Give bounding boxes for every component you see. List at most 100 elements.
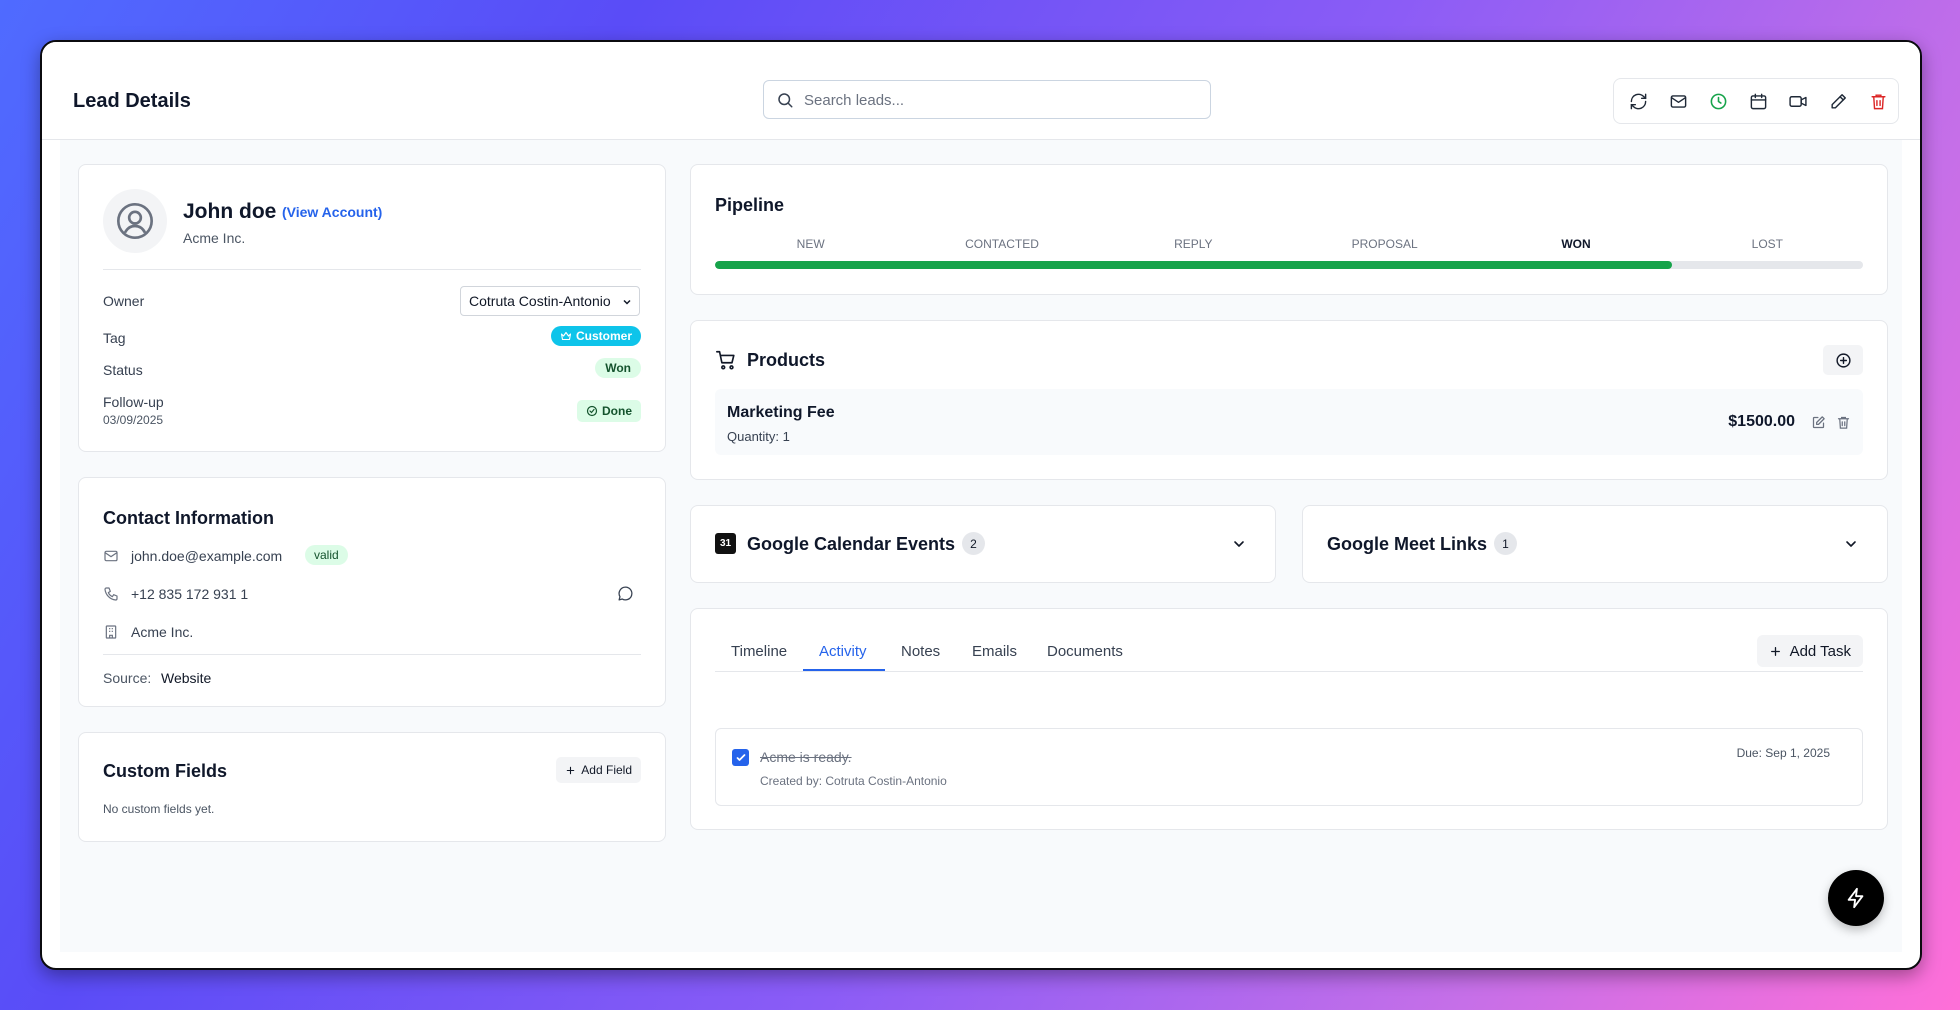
pipeline-track	[715, 261, 1863, 269]
tag-badge-label: Customer	[575, 329, 632, 343]
tag-label: Tag	[103, 330, 126, 346]
pipeline-stages: NEW CONTACTED REPLY PROPOSAL WON LOST	[715, 237, 1863, 253]
phone-icon	[104, 587, 118, 601]
pipeline-stage-proposal[interactable]: PROPOSAL	[1289, 237, 1480, 251]
owner-select[interactable]: Cotruta Costin-Antonio	[460, 286, 640, 316]
status-badge: Won	[595, 358, 641, 378]
search-input[interactable]	[804, 89, 1194, 111]
mail-icon	[1670, 94, 1687, 108]
email-text[interactable]: john.doe@example.com	[131, 548, 282, 564]
followup-date: 03/09/2025	[103, 413, 164, 427]
activity-card: Timeline Activity Notes Emails Documents…	[690, 608, 1888, 830]
meet-links-count: 1	[1494, 532, 1517, 555]
page-title: Lead Details	[73, 90, 191, 112]
tag-badge: Customer	[550, 326, 641, 346]
follow-up-button[interactable]	[1699, 81, 1739, 121]
chevron-down-icon[interactable]	[1231, 536, 1247, 552]
task-checkbox[interactable]	[732, 749, 749, 766]
custom-fields-card: Custom Fields Add Field No custom fields…	[78, 732, 666, 842]
pipeline-stage-won[interactable]: WON	[1480, 237, 1671, 251]
products-title: Products	[747, 350, 826, 370]
meet-links-title: Google Meet Links	[1327, 534, 1488, 554]
pipeline-stage-reply[interactable]: REPLY	[1098, 237, 1289, 251]
check-icon	[736, 753, 745, 761]
user-icon	[117, 203, 153, 239]
source-label: Source:	[103, 670, 152, 686]
plus-circle-icon	[1835, 352, 1851, 368]
quick-action-button[interactable]	[1828, 870, 1884, 926]
tab-emails[interactable]: Emails	[972, 643, 1017, 660]
phone-text[interactable]: +12 835 172 931 1	[131, 586, 248, 602]
pipeline-stage-lost[interactable]: LOST	[1672, 237, 1863, 251]
search-icon	[778, 93, 793, 108]
tab-documents[interactable]: Documents	[1047, 643, 1123, 660]
shopping-cart-icon	[716, 350, 735, 370]
tab-notes[interactable]: Notes	[901, 643, 940, 660]
followup-status-badge: Done	[577, 400, 641, 422]
add-task-button[interactable]: Add Task	[1756, 635, 1863, 667]
tabs-divider	[715, 671, 1863, 672]
video-button[interactable]	[1778, 81, 1818, 121]
add-field-label: Add Field	[581, 763, 632, 777]
check-circle-icon	[586, 405, 598, 417]
contact-name: John doe	[183, 200, 277, 223]
tab-activity[interactable]: Activity	[819, 643, 867, 660]
contact-company: Acme Inc.	[183, 230, 246, 246]
video-icon	[1789, 95, 1807, 107]
avatar	[103, 189, 167, 253]
main-content: John doe (View Account) Acme Inc. Owner …	[60, 140, 1902, 952]
clock-icon	[1710, 93, 1727, 109]
product-price: $1500.00	[1728, 413, 1795, 430]
status-label: Status	[103, 362, 143, 378]
task-item: Acme is ready. Created by: Cotruta Costi…	[715, 728, 1863, 806]
calendar-events-card[interactable]: 31 Google Calendar Events 2	[690, 505, 1276, 583]
owner-select-value: Cotruta Costin-Antonio	[469, 293, 611, 309]
custom-fields-empty: No custom fields yet.	[103, 802, 215, 816]
pipeline-stage-new[interactable]: NEW	[715, 237, 906, 251]
delete-product-icon[interactable]	[1836, 415, 1851, 430]
chevron-down-icon[interactable]	[1843, 536, 1859, 552]
edit-button[interactable]	[1818, 81, 1858, 121]
contact-info-card: Contact Information john.doe@example.com…	[78, 477, 666, 707]
product-quantity: Quantity: 1	[727, 429, 790, 444]
plus-icon	[567, 766, 575, 774]
building-icon	[105, 625, 117, 639]
product-name: Marketing Fee	[727, 404, 835, 421]
edit-product-icon[interactable]	[1811, 415, 1826, 430]
pipeline-stage-contacted[interactable]: CONTACTED	[906, 237, 1097, 251]
add-task-label: Add Task	[1789, 642, 1851, 660]
followup-label: Follow-up	[103, 394, 164, 410]
custom-fields-title: Custom Fields	[103, 761, 228, 781]
view-account-link[interactable]: (View Account)	[282, 204, 382, 220]
top-bar: Lead Details	[42, 42, 1920, 140]
add-product-button[interactable]	[1823, 345, 1863, 375]
message-icon[interactable]	[617, 585, 634, 602]
calendar-events-title: Google Calendar Events	[747, 534, 956, 554]
app-window: Lead Details Search leads... John doe (V…	[40, 40, 1922, 970]
refresh-button[interactable]	[1619, 81, 1659, 121]
task-due-date: Due: Sep 1, 2025	[1736, 746, 1830, 760]
task-title: Acme is ready.	[760, 749, 852, 765]
email-button[interactable]	[1659, 81, 1699, 121]
tab-timeline[interactable]: Timeline	[731, 643, 787, 660]
add-field-button[interactable]: Add Field	[556, 757, 641, 783]
calendar-icon	[1750, 93, 1767, 109]
email-valid-badge: valid	[305, 545, 348, 565]
crown-icon	[560, 331, 572, 341]
pipeline-card: Pipeline NEW CONTACTED REPLY PROPOSAL WON LOS…	[690, 164, 1888, 295]
products-card: Products Marketing Fee Quantity: 1 $1500…	[690, 320, 1888, 480]
delete-button[interactable]	[1858, 81, 1898, 121]
plus-icon	[1770, 646, 1780, 656]
followup-status-label: Done	[602, 404, 632, 418]
trash-icon	[1871, 93, 1886, 109]
google-calendar-icon: 31	[715, 533, 736, 554]
search-box[interactable]	[763, 80, 1211, 119]
product-item: Marketing Fee Quantity: 1 $1500.00	[715, 389, 1863, 455]
contact-info-title: Contact Information	[103, 508, 274, 528]
chevron-down-icon	[623, 299, 631, 305]
mail-icon	[104, 550, 118, 562]
profile-card: John doe (View Account) Acme Inc. Owner …	[78, 164, 666, 452]
calendar-button[interactable]	[1739, 81, 1779, 121]
task-created-by: Created by: Cotruta Costin-Antonio	[760, 774, 947, 788]
meet-links-card[interactable]: Google Meet Links 1	[1302, 505, 1888, 583]
